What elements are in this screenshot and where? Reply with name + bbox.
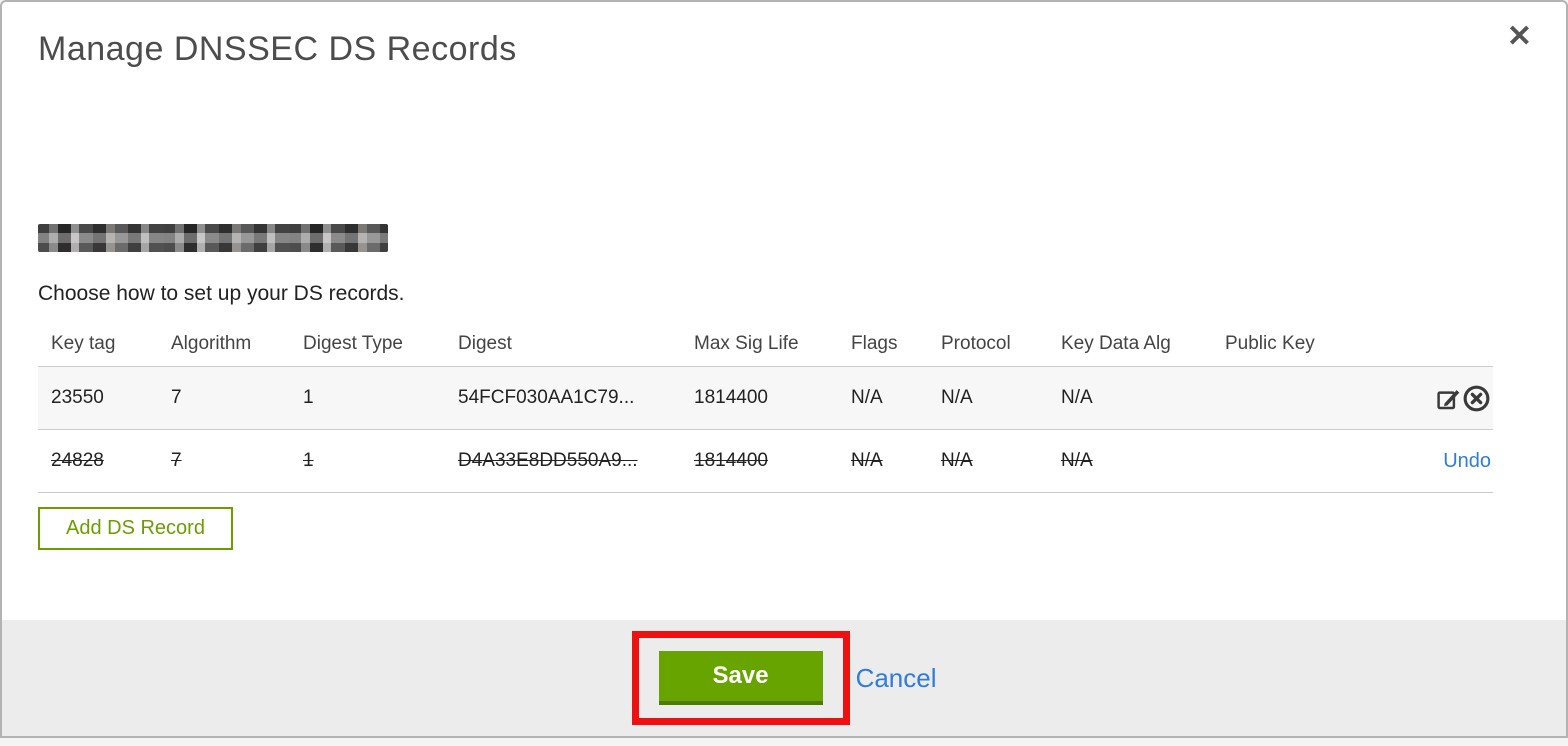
undo-link[interactable]: Undo [1443,450,1491,472]
cell-algorithm: 7 [171,450,182,471]
cell-digest-type: 1 [303,450,314,471]
close-icon[interactable]: ✕ [1507,22,1532,52]
cell-protocol: N/A [941,450,973,471]
annotation-highlight-rectangle: Save [631,631,850,725]
cell-max-sig-life: 1814400 [694,450,768,471]
save-button[interactable]: Save [658,651,823,705]
cancel-link[interactable]: Cancel [856,663,937,694]
col-header-protocol: Protocol [941,333,1011,354]
ds-records-table: Key tag Algorithm Digest Type Digest Max… [38,322,1493,493]
modal-footer: Save Cancel [2,620,1566,736]
cell-public-key [1212,430,1362,493]
col-header-algorithm: Algorithm [171,333,252,354]
cell-flags: N/A [851,387,883,408]
cell-public-key [1212,367,1362,430]
cell-key-data-alg: N/A [1061,450,1093,471]
col-header-key-tag: Key tag [51,333,116,354]
col-header-flags: Flags [851,333,898,354]
page-title: Manage DNSSEC DS Records [38,30,517,68]
edit-record-icon[interactable] [1435,385,1462,412]
cell-key-data-alg: N/A [1061,387,1093,408]
cell-key-tag: 24828 [51,450,104,471]
row-actions: Undo [1362,430,1493,493]
add-ds-record-button[interactable]: Add DS Record [38,507,233,550]
cell-protocol: N/A [941,387,973,408]
table-row-marked-deleted: 24828 7 1 D4A33E8DD550A9... 1814400 N/A … [38,429,1493,493]
col-header-actions [1362,322,1493,367]
cell-flags: N/A [851,450,883,471]
cell-digest: 54FCF030AA1C79... [458,387,635,408]
row-actions [1362,367,1493,430]
col-header-max-sig-life: Max Sig Life [694,333,799,354]
ds-records-instruction: Choose how to set up your DS records. [38,282,405,305]
manage-dnssec-modal: ✕ Manage DNSSEC DS Records Choose how to… [0,0,1568,738]
cell-algorithm: 7 [171,387,182,408]
cell-digest: D4A33E8DD550A9... [458,450,638,471]
delete-record-icon[interactable] [1462,384,1491,413]
modal-content: Manage DNSSEC DS Records Choose how to s… [2,30,1566,550]
cell-key-tag: 23550 [51,387,104,408]
col-header-digest: Digest [458,333,512,354]
table-header-row: Key tag Algorithm Digest Type Digest Max… [38,322,1493,367]
cell-digest-type: 1 [303,387,314,408]
col-header-key-data-alg: Key Data Alg [1061,333,1171,354]
redacted-domain-name [38,224,388,252]
table-row: 23550 7 1 54FCF030AA1C79... 1814400 N/A … [38,366,1493,430]
col-header-digest-type: Digest Type [303,333,403,354]
cell-max-sig-life: 1814400 [694,387,768,408]
col-header-public-key: Public Key [1225,333,1315,354]
